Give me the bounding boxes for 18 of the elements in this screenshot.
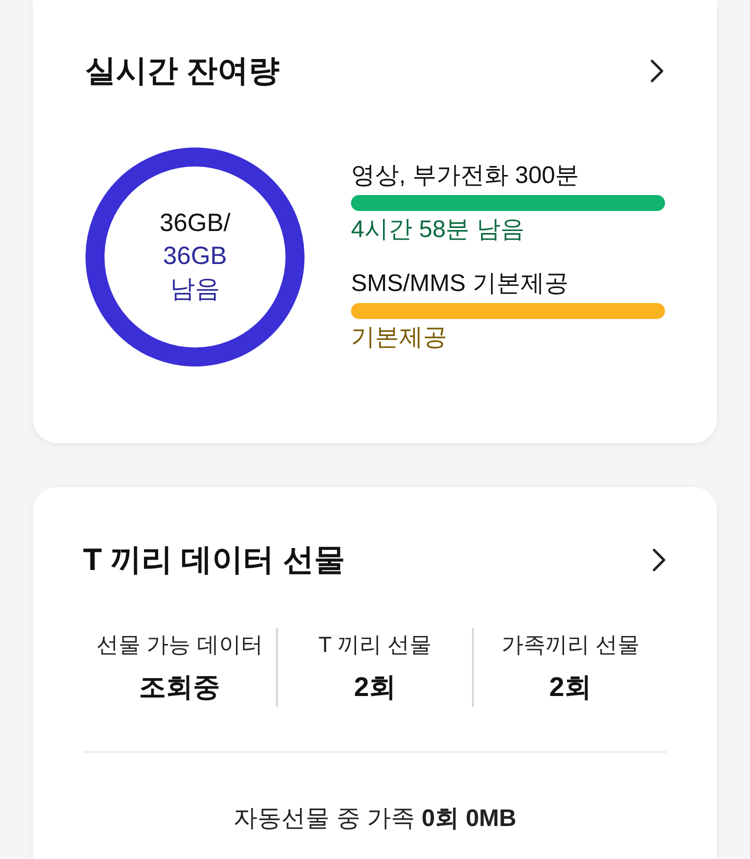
chevron-right-icon[interactable] <box>651 547 667 574</box>
stat-label: 선물 가능 데이터 <box>96 630 263 658</box>
section-title: T 끼리 데이터 선물 <box>83 541 345 579</box>
stat-value: 조회중 <box>139 670 220 704</box>
auto-gift-summary: 자동선물 중 가족 0회 0MB <box>234 804 516 834</box>
usage-status: 4시간 58분 남음 <box>351 214 526 244</box>
data-used: 36GB/ <box>160 208 230 239</box>
usage-label: 영상, 부가전화 300분 <box>351 160 580 190</box>
stat-label: 가족끼리 선물 <box>501 630 640 658</box>
usage-label: SMS/MMS 기본제공 <box>351 268 570 298</box>
remaining-label: 남음 <box>170 274 220 305</box>
section-title: 실시간 잔여량 <box>85 52 280 90</box>
usage-status: 기본제공 <box>351 322 448 352</box>
data-remaining: 36GB <box>163 241 227 272</box>
stat-value: 2회 <box>549 670 592 704</box>
chevron-right-icon[interactable] <box>649 58 665 84</box>
stat-label: T 끼리 선물 <box>318 630 432 658</box>
stat-value: 2회 <box>354 670 396 704</box>
